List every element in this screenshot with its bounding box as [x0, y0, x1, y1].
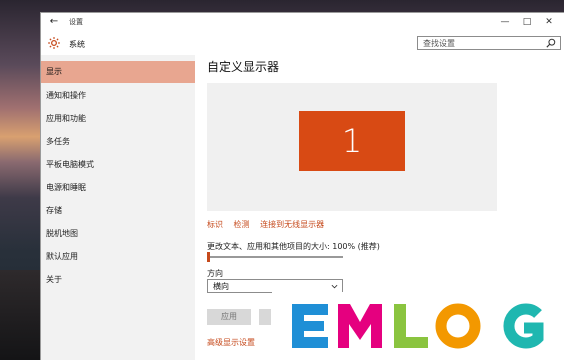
- emlog-logo: [292, 303, 544, 349]
- identify-link[interactable]: 标识: [207, 219, 223, 230]
- sidebar-item-storage[interactable]: 存储: [41, 200, 195, 222]
- back-arrow-icon[interactable]: ←: [47, 15, 61, 29]
- sidebar-item-default-apps[interactable]: 默认应用: [41, 246, 195, 268]
- orientation-select[interactable]: 横向: [207, 279, 343, 293]
- sidebar-item-multitasking[interactable]: 多任务: [41, 131, 195, 153]
- section-title: 系统: [69, 40, 85, 49]
- gear-icon: [48, 37, 60, 49]
- sidebar-item-display[interactable]: 显示: [41, 61, 195, 83]
- wireless-display-link[interactable]: 连接到无线显示器: [260, 219, 324, 230]
- window-title: 设置: [69, 18, 83, 26]
- scale-slider[interactable]: [207, 252, 343, 262]
- search-placeholder: 查找设置: [423, 39, 455, 48]
- sidebar-item-apps[interactable]: 应用和功能: [41, 108, 195, 130]
- sidebar-item-tablet-mode[interactable]: 平板电脑模式: [41, 154, 195, 176]
- apply-button[interactable]: 应用: [207, 309, 251, 325]
- page-title: 自定义显示器: [207, 60, 280, 74]
- monitor-tile[interactable]: 1: [299, 111, 405, 171]
- maximize-button[interactable]: □: [518, 13, 536, 31]
- emlog-watermark: [272, 292, 564, 360]
- sidebar-item-offline-maps[interactable]: 脱机地图: [41, 223, 195, 245]
- slider-track: [207, 256, 343, 258]
- chevron-down-icon: [331, 284, 338, 289]
- minimize-button[interactable]: —: [496, 13, 514, 31]
- sidebar-item-about[interactable]: 关于: [41, 269, 195, 291]
- search-input[interactable]: 查找设置: [417, 36, 561, 50]
- display-preview: 1: [207, 83, 497, 211]
- orientation-label: 方向: [207, 269, 223, 278]
- search-icon[interactable]: [546, 38, 556, 48]
- sidebar: 显示 通知和操作 应用和功能 多任务 平板电脑模式 电源和睡眠 存储 脱机地图 …: [41, 55, 195, 360]
- orientation-value: 横向: [213, 282, 229, 291]
- sidebar-item-power[interactable]: 电源和睡眠: [41, 177, 195, 199]
- settings-header: 系统 查找设置: [41, 31, 564, 55]
- cancel-button[interactable]: [259, 309, 271, 325]
- scale-label: 更改文本、应用和其他项目的大小: 100% (推荐): [207, 242, 380, 251]
- title-bar: ← 设置 — □ ✕: [41, 13, 564, 31]
- advanced-display-settings-link[interactable]: 高级显示设置: [207, 337, 255, 348]
- close-button[interactable]: ✕: [540, 13, 558, 31]
- slider-thumb[interactable]: [207, 252, 210, 262]
- sidebar-item-notifications[interactable]: 通知和操作: [41, 85, 195, 107]
- display-links: 标识 检测 连接到无线显示器: [207, 219, 332, 230]
- detect-link[interactable]: 检测: [234, 219, 250, 230]
